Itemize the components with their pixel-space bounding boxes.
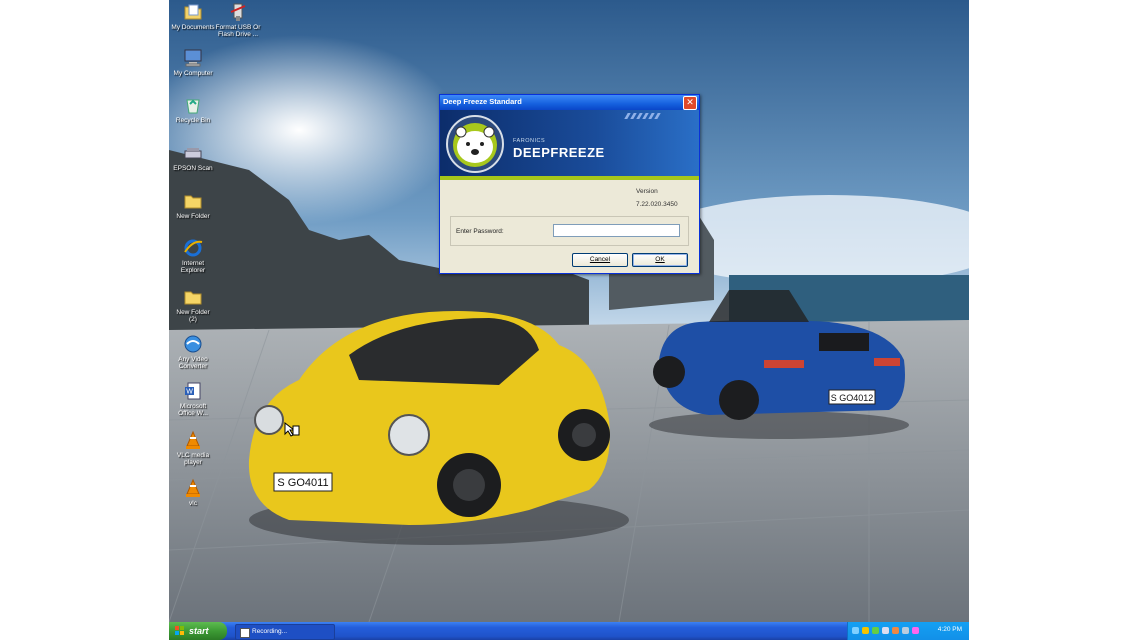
scanner-icon	[183, 143, 203, 163]
desktop-icon-my-documents[interactable]: My Documents	[169, 2, 217, 31]
windows-logo-icon	[175, 626, 184, 635]
busy-cursor-icon	[284, 422, 300, 437]
dialog-title: Deep Freeze Standard	[443, 97, 522, 106]
taskbar-item-recording[interactable]: Recording...	[235, 624, 335, 640]
folder-icon	[183, 287, 203, 307]
recorder-app-icon	[240, 628, 250, 638]
computer-icon	[183, 48, 203, 68]
svg-text:S GO4011: S GO4011	[277, 477, 328, 489]
ok-button-label: OK	[655, 256, 665, 263]
network-tray-icon[interactable]	[852, 627, 859, 634]
recycle-bin-icon	[183, 95, 203, 115]
vlc-icon	[183, 478, 203, 498]
deep-freeze-banner: FARONICS DEEPFREEZE	[440, 110, 699, 180]
desktop-icon-recycle-bin[interactable]: Recycle Bin	[169, 95, 217, 124]
taskbar: start Recording... 4:20 PM	[169, 622, 969, 640]
desktop-icon-epson-scan[interactable]: EPSON Scan	[169, 143, 217, 172]
desktop-icon-format-usb[interactable]: Format USB Or Flash Drive ...	[214, 2, 262, 38]
volume-tray-icon[interactable]	[902, 627, 909, 634]
deep-freeze-dialog: Deep Freeze Standard ✕ FARONICS DEEPFREE…	[439, 94, 700, 274]
desktop-icon-my-computer[interactable]: My Computer	[169, 48, 217, 77]
close-icon: ✕	[686, 97, 694, 107]
cancel-button-label: Cancel	[589, 256, 611, 263]
start-button[interactable]: start	[169, 622, 227, 640]
svg-text:S GO4012: S GO4012	[831, 393, 874, 403]
video-converter-icon	[183, 334, 203, 354]
close-button[interactable]: ✕	[683, 96, 697, 110]
internet-explorer-icon	[183, 238, 203, 258]
word-document-icon: W	[183, 381, 203, 401]
folder-icon	[183, 191, 203, 211]
password-input[interactable]	[553, 224, 680, 237]
start-label: start	[189, 626, 209, 636]
svg-text:W: W	[186, 389, 193, 396]
desktop-icon-vlc-media-player[interactable]: VLC media player	[169, 430, 217, 466]
password-groupbox: Enter Password:	[450, 216, 689, 246]
shield-tray-icon[interactable]	[862, 627, 869, 634]
cancel-button[interactable]: Cancel	[572, 253, 628, 267]
desktop-icon-internet-explorer[interactable]: Internet Explorer	[169, 238, 217, 274]
documents-folder-icon	[183, 2, 203, 22]
desktop-icon-new-folder[interactable]: New Folder	[169, 191, 217, 220]
version-label: Version	[636, 188, 658, 195]
system-tray: 4:20 PM	[847, 622, 969, 640]
usb-tray-icon[interactable]	[882, 627, 889, 634]
taskbar-item-label: Recording...	[252, 628, 288, 635]
brand-company-name: FARONICS	[513, 138, 546, 144]
desktop-icon-new-folder-2[interactable]: New Folder (2)	[169, 287, 217, 323]
desktop-screen: S GO4011 S GO4012 My Documents Format US…	[169, 0, 969, 640]
password-label: Enter Password:	[456, 228, 504, 235]
taskbar-clock[interactable]: 4:20 PM	[938, 626, 962, 633]
vlc-icon	[183, 430, 203, 450]
banner-decoration	[654, 113, 661, 119]
brand-product-name: DEEPFREEZE	[513, 145, 605, 160]
dialog-titlebar[interactable]: Deep Freeze Standard ✕	[440, 95, 699, 110]
version-value: 7.22.020.3450	[636, 201, 678, 208]
polar-bear-logo-icon	[446, 115, 504, 173]
app-tray-icon[interactable]	[892, 627, 899, 634]
ok-button[interactable]: OK	[632, 253, 688, 267]
banner-accent-stripe	[440, 176, 699, 180]
desktop-icon-vlc[interactable]: vlc	[169, 478, 217, 507]
security-tray-icon[interactable]	[872, 627, 879, 634]
desktop-icon-any-video-converter[interactable]: Any Video Converter	[169, 334, 217, 370]
freeze-tray-icon[interactable]	[912, 627, 919, 634]
desktop-icon-microsoft-office-word[interactable]: W Microsoft Office W...	[169, 381, 217, 417]
usb-tool-icon	[228, 2, 248, 22]
